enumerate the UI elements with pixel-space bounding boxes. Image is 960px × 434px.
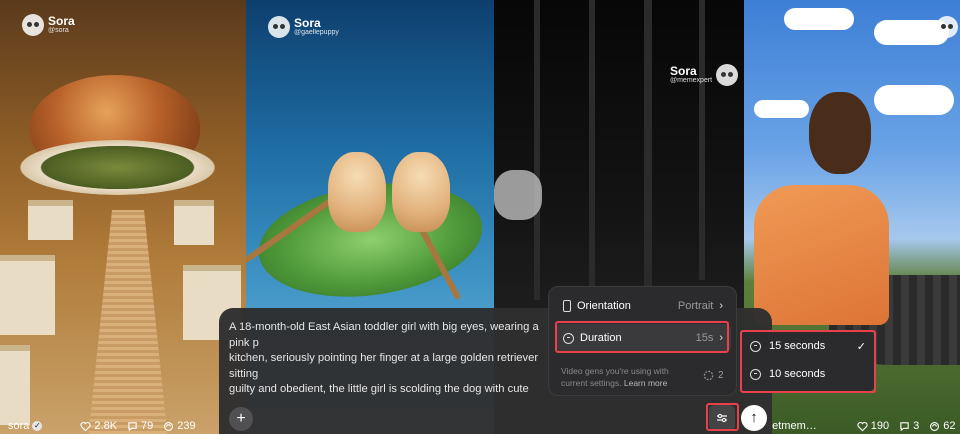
comment-icon: [900, 421, 909, 431]
watermark-handle: @sora: [48, 27, 69, 34]
video-thumbnail: [0, 0, 246, 434]
person-head-image: [809, 92, 871, 174]
watermark-name: Sora: [670, 64, 697, 78]
tree-image: [534, 0, 540, 300]
watermark-name: Sora: [48, 14, 75, 28]
like-count-value: 2.8K: [94, 420, 118, 432]
learn-more-link[interactable]: Learn more: [624, 378, 667, 388]
sora-watermark: Sora @memexpert: [670, 64, 739, 86]
house-image: [174, 200, 214, 245]
remix-icon: [164, 421, 174, 431]
loading-icon: [703, 370, 714, 381]
heart-icon: [857, 421, 868, 431]
platter-image: [20, 140, 215, 195]
feed-video-1[interactable]: Sora @sora sora ✓ 2.8K 79 239: [0, 0, 246, 434]
highlight-duration-row: [555, 321, 729, 353]
heart-icon: [80, 421, 92, 431]
orientation-label: Orientation: [577, 300, 631, 312]
remix-count[interactable]: 62: [929, 420, 955, 432]
comment-icon: [128, 421, 137, 431]
video-stats: sora ✓ 2.8K 79 239: [8, 420, 196, 432]
watermark-name: Sora: [294, 16, 321, 30]
author[interactable]: sora ✓: [8, 420, 43, 432]
orientation-setting[interactable]: Orientation Portrait ›: [555, 292, 731, 320]
phone-icon: [563, 300, 571, 312]
cloud-image: [754, 100, 809, 118]
sora-logo-icon: [716, 64, 739, 86]
sora-watermark: Sora @gaellepuppy: [268, 16, 339, 38]
comment-count[interactable]: 3: [899, 420, 919, 432]
like-count[interactable]: 190: [857, 420, 889, 432]
cloud-image: [874, 85, 954, 115]
like-count[interactable]: 2.8K: [80, 420, 117, 432]
remix-icon: [930, 421, 940, 431]
remix-count-value: 239: [177, 420, 196, 432]
credit-count: 2: [703, 370, 724, 381]
path-image: [88, 210, 168, 434]
tree-image: [699, 0, 705, 280]
house-image: [0, 255, 55, 335]
sora-watermark: [936, 16, 958, 38]
remix-count-value: 62: [943, 420, 956, 432]
like-count-value: 190: [870, 420, 890, 432]
credit-count-value: 2: [718, 370, 724, 381]
sora-logo-icon: [268, 16, 290, 38]
comment-count-value: 79: [141, 420, 154, 432]
author[interactable]: eetmem…: [766, 420, 817, 432]
sora-logo-icon: [936, 16, 958, 38]
author-name[interactable]: eetmem…: [766, 420, 817, 432]
tree-image: [644, 0, 652, 300]
cloud-image: [784, 8, 854, 30]
sora-watermark: Sora @sora: [22, 14, 75, 36]
submit-button[interactable]: ↑: [741, 405, 767, 431]
add-media-button[interactable]: +: [229, 407, 253, 431]
prompt-input[interactable]: A 18-month-old East Asian toddler girl w…: [229, 320, 559, 400]
verified-icon: ✓: [32, 421, 43, 431]
watermark-handle: @gaellepuppy: [294, 29, 339, 36]
orientation-value: Portrait: [677, 300, 714, 312]
deer-image: [494, 170, 542, 220]
house-image: [28, 200, 73, 240]
chevron-right-icon: ›: [719, 300, 723, 312]
watermark-handle: @memexpert: [670, 77, 713, 84]
usage-note: Video gens you're using with current set…: [561, 365, 691, 389]
video-stats: eetmem… 190 3 62: [766, 420, 955, 432]
author-name[interactable]: sora: [8, 420, 29, 432]
puppy-image: [392, 152, 450, 232]
highlight-duration-menu: [740, 330, 876, 393]
comment-count[interactable]: 79: [127, 420, 153, 432]
sora-logo-icon: [22, 14, 44, 36]
highlight-settings-button: [706, 403, 739, 431]
puppy-image: [328, 152, 386, 232]
remix-count[interactable]: 239: [163, 420, 196, 432]
comment-count-value: 3: [913, 420, 920, 432]
house-image: [0, 345, 30, 425]
person-image: [754, 185, 889, 325]
tree-image: [589, 0, 595, 290]
